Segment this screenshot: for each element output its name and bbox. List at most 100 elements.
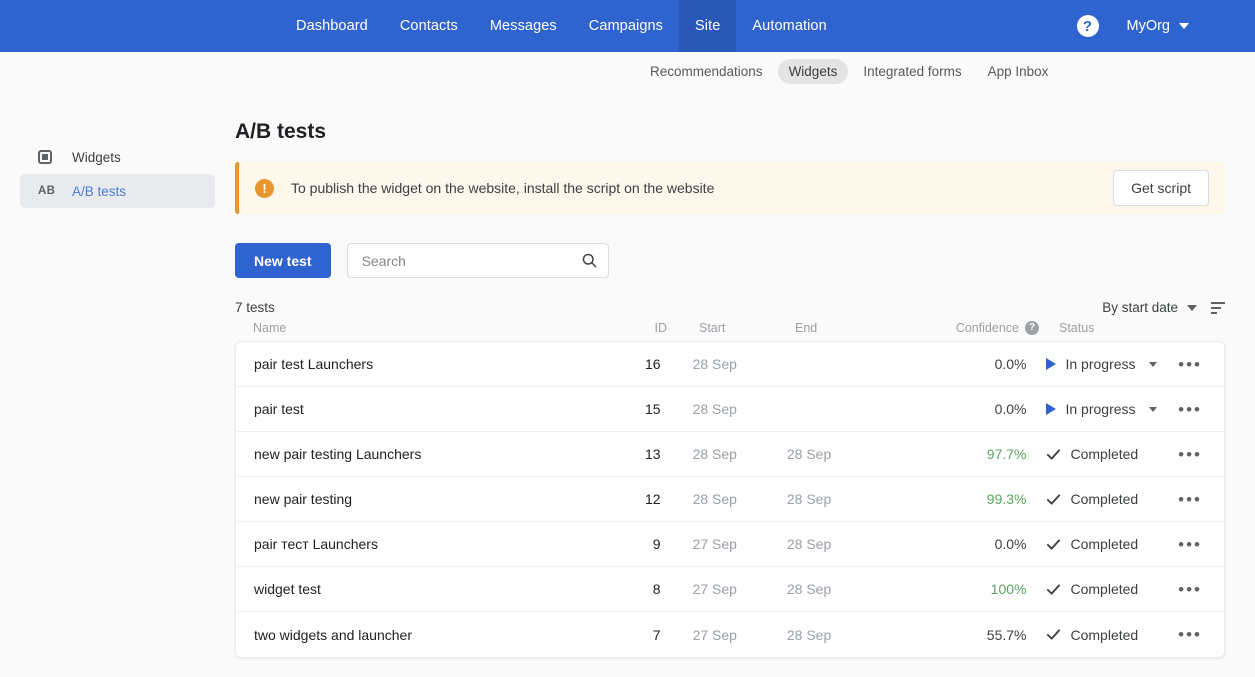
row-actions-menu-icon[interactable]: ••• xyxy=(1174,444,1206,465)
cell-name: widget test xyxy=(254,581,321,597)
column-header-status: Status xyxy=(1059,321,1095,335)
cell-end: 28 Sep xyxy=(786,536,832,552)
topnav-item-site[interactable]: Site xyxy=(679,0,737,52)
topnav-item-dashboard[interactable]: Dashboard xyxy=(280,0,384,52)
cell-start: 28 Sep xyxy=(692,356,737,372)
page-title: A/B tests xyxy=(235,120,327,143)
chevron-down-icon xyxy=(1179,23,1189,29)
cell-confidence: 99.3% xyxy=(986,491,1027,507)
check-icon xyxy=(1047,448,1061,460)
search-icon[interactable] xyxy=(581,252,598,269)
cell-start: 28 Sep xyxy=(692,401,737,417)
row-actions-menu-icon[interactable]: ••• xyxy=(1174,399,1206,420)
secondary-nav: Recommendations Widgets Integrated forms Ap… xyxy=(0,52,1255,92)
table-row[interactable]: two widgets and launcher 7 27 Sep 28 Sep 55.… xyxy=(236,612,1224,657)
cell-end: 28 Sep xyxy=(786,446,832,462)
sidebar-item-label: Widgets xyxy=(72,149,121,165)
subnav-item-integrated-forms[interactable]: Integrated forms xyxy=(852,59,972,84)
column-header-id: ID xyxy=(654,321,668,335)
status-label: Completed xyxy=(1070,626,1139,643)
test-count: 7 tests xyxy=(235,300,275,315)
get-script-button[interactable]: Get script xyxy=(1113,170,1209,206)
status-label: Completed xyxy=(1070,446,1139,462)
topnav-item-automation[interactable]: Automation xyxy=(736,0,842,52)
tests-table: pair test Launchers 16 28 Sep 0.0% In progre… xyxy=(235,341,1225,658)
table-row[interactable]: pair тест Launchers 9 27 Sep 28 Sep 0.0% Comp… xyxy=(236,522,1224,567)
cell-id: 13 xyxy=(645,446,661,462)
cell-name: pair тест Launchers xyxy=(254,536,378,552)
sort-by-dropdown[interactable]: By start date xyxy=(1102,300,1197,315)
chevron-down-icon[interactable] xyxy=(1148,361,1157,367)
list-toolbar: New test xyxy=(235,243,1225,278)
table-row[interactable]: widget test 8 27 Sep 28 Sep 100% Completed ••• xyxy=(236,567,1224,612)
search-box[interactable] xyxy=(346,243,609,278)
check-icon xyxy=(1047,583,1061,595)
topnav-item-contacts[interactable]: Contacts xyxy=(384,0,474,52)
cell-status[interactable]: Completed xyxy=(1026,491,1174,507)
cell-status[interactable]: In progress xyxy=(1026,356,1174,372)
cell-start: 28 Sep xyxy=(692,491,737,507)
sidebar-item-a-b-tests[interactable]: AB A/B tests xyxy=(20,174,215,208)
subnav-item-widgets[interactable]: Widgets xyxy=(777,59,849,84)
row-actions-menu-icon[interactable]: ••• xyxy=(1174,354,1206,375)
cell-start: 27 Sep xyxy=(692,581,737,597)
cell-status[interactable]: In progress xyxy=(1026,401,1174,417)
cell-status[interactable]: Completed xyxy=(1026,446,1174,462)
table-row[interactable]: pair test 15 28 Sep 0.0% In progress ••• xyxy=(236,387,1224,432)
topnav-item-messages[interactable]: Messages xyxy=(474,0,573,52)
new-test-button[interactable]: New test xyxy=(235,243,331,278)
cell-status[interactable]: Completed xyxy=(1026,581,1174,597)
sort-controls: By start date xyxy=(1102,300,1225,315)
cell-id: 16 xyxy=(645,356,661,372)
warning-icon: ! xyxy=(255,178,274,198)
cell-name: new pair testing xyxy=(254,491,353,507)
cell-id: 8 xyxy=(652,581,661,597)
cell-end: 28 Sep xyxy=(786,491,832,507)
column-header-name: Name xyxy=(253,321,287,335)
row-actions-menu-icon[interactable]: ••• xyxy=(1174,534,1206,555)
cell-end: 28 Sep xyxy=(786,581,832,597)
sidebar-item-widgets[interactable]: Widgets xyxy=(20,140,215,174)
sort-direction-icon[interactable] xyxy=(1211,301,1225,314)
cell-id: 9 xyxy=(652,536,661,552)
column-header-confidence-label: Confidence xyxy=(955,321,1019,335)
check-icon xyxy=(1047,493,1061,505)
cell-id: 7 xyxy=(652,626,661,643)
table-row[interactable]: new pair testing Launchers 13 28 Sep 28 Sep… xyxy=(236,432,1224,477)
cell-status[interactable]: Completed xyxy=(1026,536,1174,552)
search-input[interactable] xyxy=(361,252,581,269)
org-switcher[interactable]: MyOrg xyxy=(1127,18,1232,34)
confidence-help-icon[interactable]: ? xyxy=(1025,321,1039,335)
main-content: A/B tests ! To publish the widget on the… xyxy=(235,92,1255,677)
banner-message: To publish the widget on the website, in… xyxy=(291,180,715,196)
subnav-item-recommendations[interactable]: Recommendations xyxy=(639,59,774,84)
cell-start: 27 Sep xyxy=(692,536,737,552)
check-icon xyxy=(1047,629,1061,640)
install-script-banner: ! To publish the widget on the website, … xyxy=(235,162,1225,214)
cell-confidence: 100% xyxy=(990,581,1027,597)
cell-name: pair test xyxy=(254,401,304,417)
column-header-confidence: Confidence ? xyxy=(931,321,1039,335)
primary-nav: Dashboard Contacts Messages Campaigns Site Au… xyxy=(280,0,843,52)
table-row[interactable]: pair test Launchers 16 28 Sep 0.0% In progre… xyxy=(236,342,1224,387)
status-label: Completed xyxy=(1070,491,1139,507)
cell-name: pair test Launchers xyxy=(254,356,374,372)
topbar-right-group: ? MyOrg xyxy=(1076,0,1255,52)
chevron-down-icon[interactable] xyxy=(1148,406,1157,412)
table-row[interactable]: new pair testing 12 28 Sep 28 Sep 99.3% Compl… xyxy=(236,477,1224,522)
check-icon xyxy=(1047,538,1061,550)
subnav-item-app-inbox[interactable]: App Inbox xyxy=(977,59,1060,84)
topnav-item-campaigns[interactable]: Campaigns xyxy=(573,0,679,52)
help-icon[interactable]: ? xyxy=(1076,15,1099,37)
row-actions-menu-icon[interactable]: ••• xyxy=(1174,624,1206,645)
cell-id: 12 xyxy=(645,491,661,507)
play-icon xyxy=(1046,358,1057,370)
row-actions-menu-icon[interactable]: ••• xyxy=(1174,579,1206,600)
cell-start: 27 Sep xyxy=(692,626,737,643)
cell-start: 28 Sep xyxy=(692,446,737,462)
cell-id: 15 xyxy=(645,401,661,417)
cell-status[interactable]: Completed xyxy=(1026,627,1174,643)
cell-confidence: 55.7% xyxy=(986,626,1027,643)
play-icon xyxy=(1046,403,1057,415)
row-actions-menu-icon[interactable]: ••• xyxy=(1174,489,1206,510)
